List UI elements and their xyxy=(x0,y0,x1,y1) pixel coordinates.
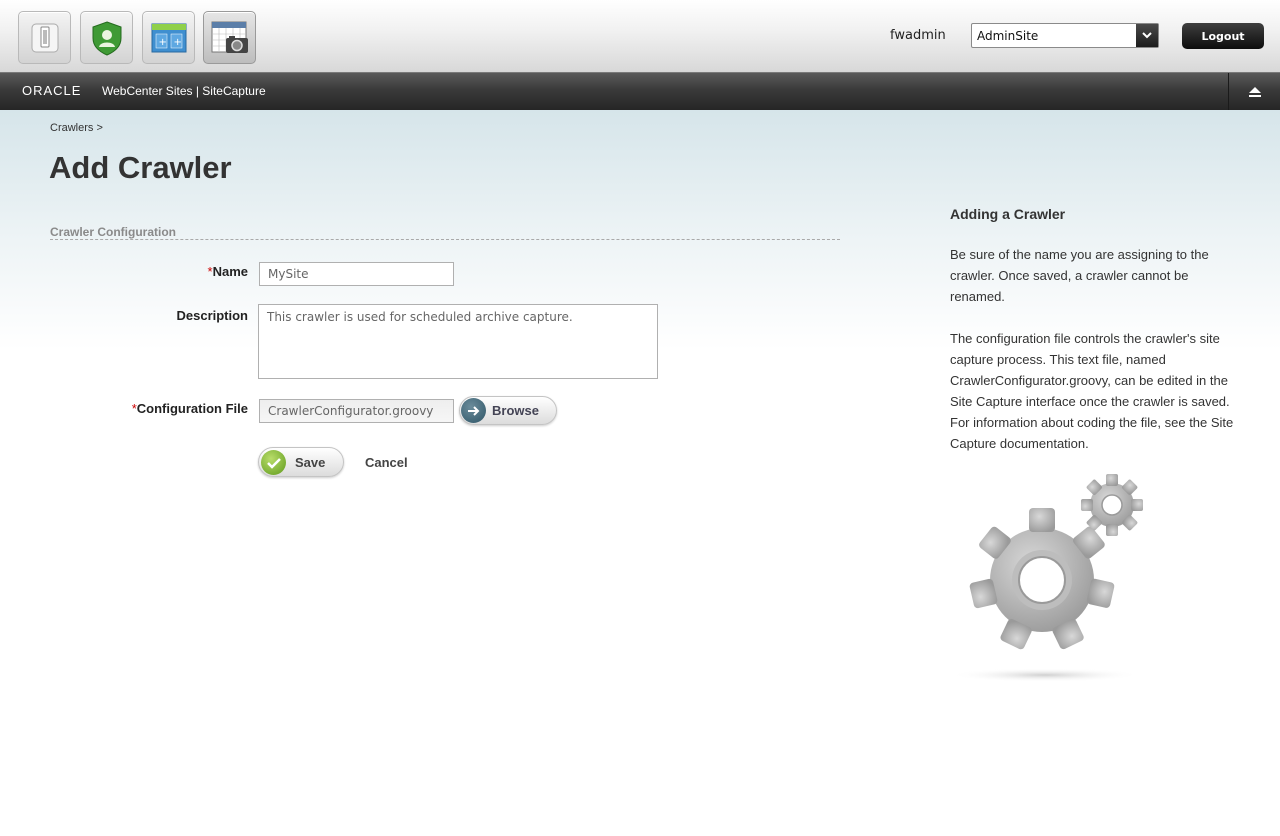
svg-text:+: + xyxy=(158,37,166,48)
svg-text:+: + xyxy=(173,37,181,48)
gears-illustration xyxy=(950,474,1143,682)
breadcrumb[interactable]: Crawlers > xyxy=(50,122,103,134)
product-title: WebCenter Sites | SiteCapture xyxy=(102,84,266,98)
username-label: fwadmin xyxy=(890,28,946,43)
arrow-right-icon xyxy=(461,398,486,423)
contributor-app-icon[interactable] xyxy=(18,11,71,64)
browse-button[interactable]: Browse xyxy=(459,396,557,425)
brand-bar: ORACLE WebCenter Sites | SiteCapture xyxy=(0,72,1280,110)
breadcrumb-crawlers[interactable]: Crawlers > xyxy=(50,122,103,134)
help-title: Adding a Crawler xyxy=(950,206,1066,222)
sitecapture-app-icon[interactable] xyxy=(203,11,256,64)
checkmark-icon xyxy=(261,450,286,475)
section-divider xyxy=(50,239,840,240)
collapse-toolbar-button[interactable] xyxy=(1228,73,1280,110)
help-paragraph-2: The configuration file controls the craw… xyxy=(950,331,1234,451)
browse-label: Browse xyxy=(492,403,539,418)
name-label: *Name xyxy=(207,264,248,279)
save-button[interactable]: Save xyxy=(258,447,344,477)
description-textarea[interactable]: This crawler is used for scheduled archi… xyxy=(258,304,658,379)
page-title: Add Crawler xyxy=(49,150,232,185)
config-file-input[interactable] xyxy=(259,399,454,423)
eject-icon xyxy=(1248,86,1261,97)
app-toolbar: + + fwadmin AdminSite Logout xyxy=(0,0,1280,72)
site-select-value: AdminSite xyxy=(977,29,1039,43)
section-title: Crawler Configuration xyxy=(50,225,177,239)
admin-app-icon[interactable] xyxy=(80,11,133,64)
save-label: Save xyxy=(295,455,326,470)
config-file-label: *Configuration File xyxy=(131,401,248,416)
description-label: Description xyxy=(176,308,248,323)
help-paragraph-1: Be sure of the name you are assigning to… xyxy=(950,247,1209,304)
site-select[interactable]: AdminSite xyxy=(971,23,1159,48)
chevron-down-icon[interactable] xyxy=(1136,24,1158,47)
oracle-logo: ORACLE xyxy=(22,83,82,98)
design-app-icon[interactable]: + + xyxy=(142,11,195,64)
name-input[interactable] xyxy=(259,262,454,286)
cancel-link[interactable]: Cancel xyxy=(365,455,408,470)
logout-button[interactable]: Logout xyxy=(1182,23,1264,49)
